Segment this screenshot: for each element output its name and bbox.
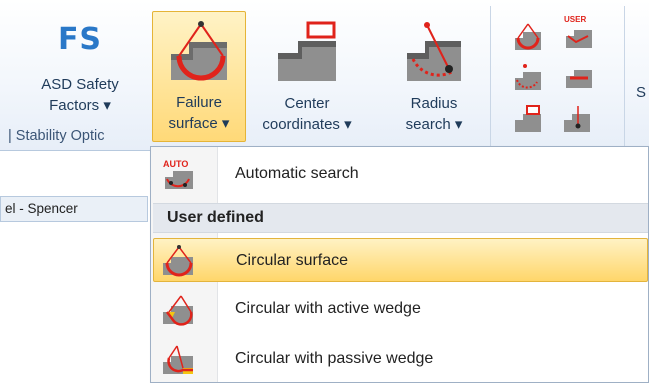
menu-item-label: Circular surface: [236, 252, 349, 269]
menu-item-passive-wedge[interactable]: Circular with passive wedge: [153, 337, 648, 381]
asd-safety-label-line1: ASD Safety: [41, 76, 119, 93]
menu-item-automatic-search[interactable]: AUTO Automatic search: [153, 152, 648, 196]
ribbon: FS ASD Safety Factors ▾ Failure surface …: [0, 0, 649, 151]
radius-search-icon: [407, 22, 461, 81]
small-circular-icon[interactable]: [513, 22, 543, 52]
failure-surface-label-line2: surface ▾: [168, 115, 230, 132]
menu-item-circular-surface[interactable]: Circular surface: [153, 238, 648, 282]
menu-item-label: Automatic search: [235, 165, 359, 182]
failure-surface-dropdown: AUTO Automatic search User defined Circu…: [150, 146, 649, 383]
failure-surface-label-line1: Failure: [176, 94, 222, 111]
auto-search-icon: AUTO: [163, 159, 193, 189]
active-wedge-icon: [163, 295, 193, 326]
small-center-icon[interactable]: [513, 104, 543, 134]
ribbon-group-separator: [490, 6, 491, 148]
menu-item-active-wedge[interactable]: Circular with active wedge: [153, 287, 648, 331]
auto-badge-text: AUTO: [163, 159, 188, 169]
cut-off-button-label: S: [636, 84, 647, 101]
small-search-icon[interactable]: [513, 62, 543, 92]
menu-section-header: User defined: [153, 203, 648, 233]
small-wedge-icon[interactable]: [564, 64, 594, 90]
radius-search-label-line2: search ▾: [405, 116, 463, 133]
small-user-defined-icon[interactable]: USER: [562, 14, 594, 50]
user-badge-text: USER: [564, 15, 586, 24]
failure-surface-icon: [171, 21, 227, 81]
center-coordinates-label-line1: Center: [284, 95, 330, 112]
asd-safety-label-line2: Factors ▾: [49, 97, 111, 114]
circular-surface-icon: [163, 245, 193, 277]
failure-surface-button[interactable]: Failure surface ▾: [152, 11, 246, 142]
radius-search-button[interactable]: Radius search ▾: [388, 12, 480, 135]
radius-search-label-line1: Radius: [410, 95, 458, 112]
ribbon-group-separator-2: [624, 6, 625, 148]
small-point-icon[interactable]: [562, 104, 592, 134]
analysis-tab[interactable]: el - Spencer: [0, 196, 148, 222]
passive-wedge-icon: [163, 345, 193, 374]
center-coordinates-label-line2: coordinates ▾: [262, 116, 352, 133]
menu-item-label: Circular with passive wedge: [235, 350, 434, 367]
center-coordinates-button[interactable]: Center coordinates ▾: [252, 12, 362, 135]
asd-safety-factors-button[interactable]: FS ASD Safety Factors ▾: [20, 20, 140, 116]
menu-item-label: Circular with active wedge: [235, 300, 421, 317]
fs-logo-icon: FS: [57, 22, 103, 57]
ribbon-group-label: | Stability Optic: [8, 128, 105, 144]
center-coordinates-icon: [278, 21, 336, 81]
